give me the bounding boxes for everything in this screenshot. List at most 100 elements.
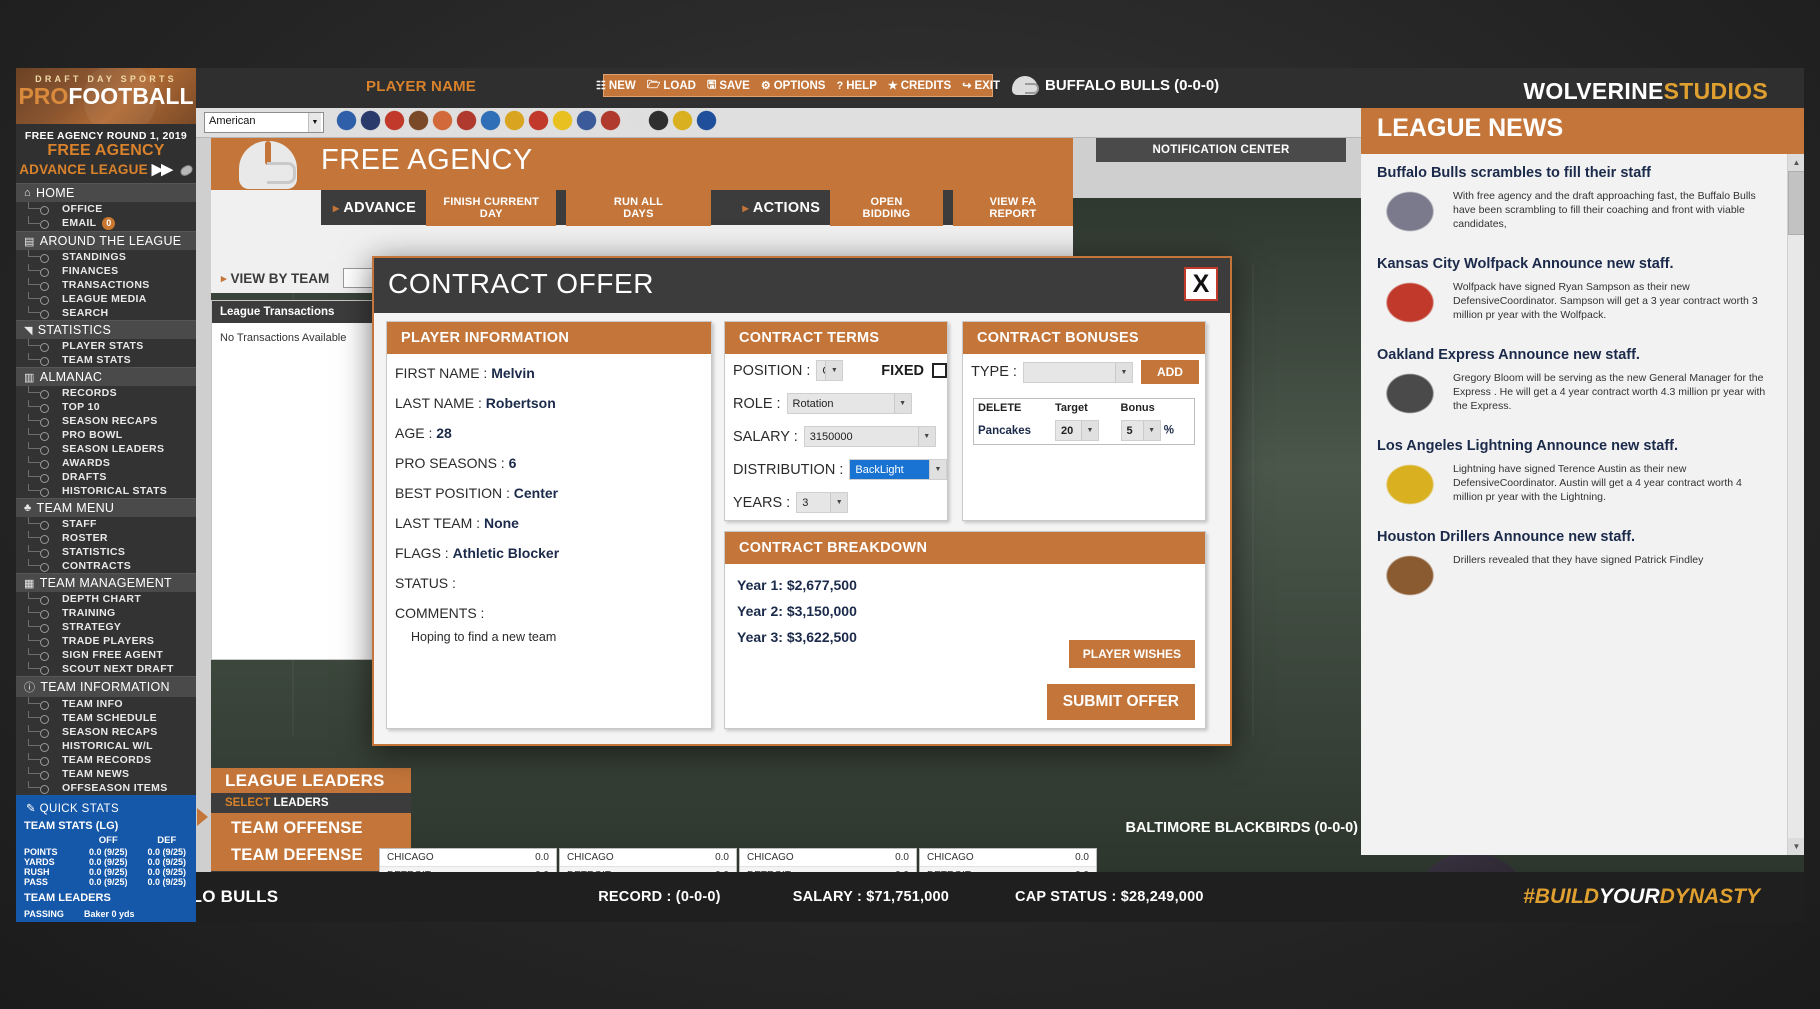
sidebar-item-depth-chart[interactable]: DEPTH CHART [16, 592, 196, 606]
team-logo-icon-0[interactable] [336, 110, 357, 135]
scrollbar-thumb[interactable] [1788, 171, 1804, 235]
nav-group-team-management[interactable]: ▦TEAM MANAGEMENT [16, 573, 196, 592]
sidebar-item-team-stats[interactable]: TEAM STATS [16, 353, 196, 367]
team-logo-icon-6[interactable] [480, 110, 501, 135]
sidebar-item-strategy[interactable]: STRATEGY [16, 620, 196, 634]
sidebar-item-training[interactable]: TRAINING [16, 606, 196, 620]
team-logo-icon-2[interactable] [384, 110, 405, 135]
sidebar-item-offseason-items[interactable]: OFFSEASON ITEMS [16, 781, 196, 795]
fixed-checkbox[interactable] [932, 363, 947, 378]
sidebar-item-roster[interactable]: ROSTER [16, 531, 196, 545]
bonus-value-select[interactable]: 5▼ [1121, 420, 1161, 441]
sidebar-item-staff[interactable]: STAFF [16, 517, 196, 531]
news-item[interactable]: Los Angeles Lightning Announce new staff… [1361, 427, 1804, 518]
team-logo-icon-7[interactable] [504, 110, 525, 135]
bonus-target-select[interactable]: 20▼ [1055, 420, 1099, 441]
nav-group-team-information[interactable]: ⓘTEAM INFORMATION [16, 676, 196, 697]
team-logo-icon-15[interactable] [696, 110, 717, 135]
conference-select[interactable]: American ▼ [204, 112, 324, 133]
bonus-col-delete[interactable]: DELETE [974, 399, 1051, 417]
sidebar-item-awards[interactable]: AWARDS [16, 456, 196, 470]
team-logo-icon-1[interactable] [360, 110, 381, 135]
scroll-up-icon[interactable]: ▲ [1788, 154, 1804, 171]
team-logo-icon-13[interactable] [648, 110, 669, 135]
nav-group-home[interactable]: ⌂HOME [16, 183, 196, 202]
team-logo-icon-10[interactable] [576, 110, 597, 135]
finish-current-day-button[interactable]: FINISH CURRENT DAY [426, 190, 556, 226]
notification-center-button[interactable]: NOTIFICATION CENTER [1096, 138, 1346, 162]
sidebar-item-league-media[interactable]: LEAGUE MEDIA [16, 292, 196, 306]
team-logo-icon-3[interactable] [408, 110, 429, 135]
menu-save[interactable]: 🖫SAVE [707, 76, 750, 95]
team-logo-icon-5[interactable] [456, 110, 477, 135]
sidebar-item-email[interactable]: EMAIL0 [16, 216, 196, 231]
menu-exit[interactable]: ↪EXIT [962, 79, 1000, 92]
sidebar-item-team-info[interactable]: TEAM INFO [16, 697, 196, 711]
position-select[interactable]: C ▼ [816, 360, 843, 381]
open-bidding-button[interactable]: OPEN BIDDING [830, 190, 943, 226]
table-row[interactable]: CHICAGO0.0 [740, 849, 916, 867]
sidebar-item-season-recaps[interactable]: SEASON RECAPS [16, 725, 196, 739]
news-item[interactable]: Houston Drillers Announce new staff.Dril… [1361, 518, 1804, 609]
sidebar-item-historical-w-l[interactable]: HISTORICAL W/L [16, 739, 196, 753]
nav-group-statistics[interactable]: ◥STATISTICS [16, 320, 196, 339]
table-row[interactable]: CHICAGO0.0 [920, 849, 1096, 867]
menu-help[interactable]: ?HELP [836, 80, 876, 92]
team-offense-button[interactable]: TEAM OFFENSE [211, 813, 411, 840]
sidebar-item-team-schedule[interactable]: TEAM SCHEDULE [16, 711, 196, 725]
sidebar-item-trade-players[interactable]: TRADE PLAYERS [16, 634, 196, 648]
sidebar-item-top-10[interactable]: TOP 10 [16, 400, 196, 414]
distribution-select[interactable]: BackLight ▼ [849, 459, 947, 480]
team-logo-icon-4[interactable] [432, 110, 453, 135]
menu-new[interactable]: ☷NEW [596, 79, 636, 92]
news-scrollbar[interactable]: ▲ ▼ [1787, 154, 1804, 855]
sidebar-item-finances[interactable]: FINANCES [16, 264, 196, 278]
nav-group-almanac[interactable]: ▥ALMANAC [16, 367, 196, 386]
table-row[interactable]: CHICAGO0.0 [380, 849, 556, 867]
bonus-row[interactable]: Pancakes20▼5▼ % [974, 417, 1194, 444]
submit-offer-button[interactable]: SUBMIT OFFER [1047, 684, 1195, 720]
menu-load[interactable]: 🗁LOAD [647, 76, 696, 95]
menu-credits[interactable]: ★CREDITS [888, 79, 951, 92]
sidebar-item-team-news[interactable]: TEAM NEWS [16, 767, 196, 781]
sidebar-item-statistics[interactable]: STATISTICS [16, 545, 196, 559]
sidebar-item-contracts[interactable]: CONTRACTS [16, 559, 196, 573]
sidebar-item-drafts[interactable]: DRAFTS [16, 470, 196, 484]
advance-league-button[interactable]: ADVANCE LEAGUE ▶▶ [16, 160, 196, 183]
scroll-down-icon[interactable]: ▼ [1788, 838, 1804, 855]
team-logo-icon-14[interactable] [672, 110, 693, 135]
nav-group-team-menu[interactable]: ♣TEAM MENU [16, 498, 196, 517]
sidebar-item-search[interactable]: SEARCH [16, 306, 196, 320]
sidebar-item-player-stats[interactable]: PLAYER STATS [16, 339, 196, 353]
sidebar-item-transactions[interactable]: TRANSACTIONS [16, 278, 196, 292]
table-row[interactable]: CHICAGO0.0 [560, 849, 736, 867]
team-logo-icon-9[interactable] [552, 110, 573, 135]
sidebar-item-pro-bowl[interactable]: PRO BOWL [16, 428, 196, 442]
sidebar-item-team-records[interactable]: TEAM RECORDS [16, 753, 196, 767]
sidebar-item-office[interactable]: OFFICE [16, 202, 196, 216]
role-select[interactable]: Rotation ▼ [787, 393, 912, 414]
sidebar-item-scout-next-draft[interactable]: SCOUT NEXT DRAFT [16, 662, 196, 676]
news-item[interactable]: Kansas City Wolfpack Announce new staff.… [1361, 245, 1804, 336]
sidebar-item-records[interactable]: RECORDS [16, 386, 196, 400]
team-logo-icon-8[interactable] [528, 110, 549, 135]
team-logo-icon-11[interactable] [600, 110, 621, 135]
add-bonus-button[interactable]: ADD [1141, 360, 1199, 384]
news-item[interactable]: Oakland Express Announce new staff.Grego… [1361, 336, 1804, 427]
nav-group-around-the-league[interactable]: ▤AROUND THE LEAGUE [16, 231, 196, 250]
sidebar-item-season-recaps[interactable]: SEASON RECAPS [16, 414, 196, 428]
team-logo-icon-12[interactable] [624, 110, 645, 135]
sidebar-item-historical-stats[interactable]: HISTORICAL STATS [16, 484, 196, 498]
player-wishes-button[interactable]: PLAYER WISHES [1069, 640, 1195, 668]
salary-select[interactable]: 3150000 ▼ [804, 426, 936, 447]
sidebar-item-standings[interactable]: STANDINGS [16, 250, 196, 264]
news-item[interactable]: Buffalo Bulls scrambles to fill their st… [1361, 154, 1804, 245]
run-all-days-button[interactable]: RUN ALL DAYS [566, 190, 710, 226]
menu-options[interactable]: ⚙OPTIONS [761, 79, 826, 92]
sidebar-item-sign-free-agent[interactable]: SIGN FREE AGENT [16, 648, 196, 662]
close-icon[interactable]: X [1184, 267, 1218, 301]
bonus-type-select[interactable]: ▼ [1023, 362, 1133, 383]
view-fa-report-button[interactable]: VIEW FA REPORT [953, 190, 1073, 226]
sidebar-item-season-leaders[interactable]: SEASON LEADERS [16, 442, 196, 456]
years-select[interactable]: 3 ▼ [796, 492, 848, 513]
